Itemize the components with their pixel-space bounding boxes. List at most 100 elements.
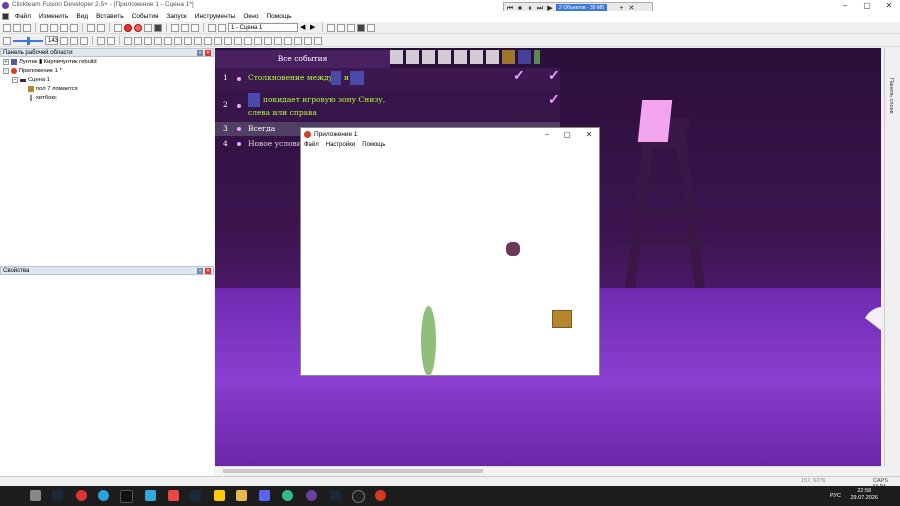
menu-window[interactable]: Окно: [239, 13, 262, 20]
menu-edit[interactable]: Изменить: [35, 13, 72, 20]
delete-icon[interactable]: [70, 23, 78, 32]
chrome-icon[interactable]: [282, 490, 293, 501]
event-editor-icon[interactable]: [171, 23, 179, 32]
layer-icon[interactable]: [367, 23, 375, 32]
tree-item-app[interactable]: − Приложение 1 *: [3, 68, 62, 74]
magnifier-icon[interactable]: [3, 36, 11, 45]
preview-minimize-button[interactable]: –: [537, 129, 557, 140]
menu-view[interactable]: Вид: [72, 13, 92, 20]
tool-icon-d[interactable]: [154, 36, 162, 45]
create-object-icon[interactable]: [454, 50, 467, 64]
event-list-icon[interactable]: [181, 23, 189, 32]
checkmark-icon[interactable]: ✓: [548, 68, 560, 84]
tool-icon-m[interactable]: [244, 36, 252, 45]
tool-icon-k[interactable]: [224, 36, 232, 45]
redo-icon[interactable]: [97, 23, 105, 32]
timer-icon[interactable]: [438, 50, 451, 64]
menu-file[interactable]: Файл: [11, 13, 35, 20]
expand-icon[interactable]: +: [3, 59, 9, 65]
undo-icon[interactable]: [87, 23, 95, 32]
event-row[interactable]: 1 Столкновение между и ✓ ✓: [215, 68, 560, 90]
storyboard-icon[interactable]: [144, 23, 152, 32]
layers-tab[interactable]: Панель слоев: [888, 78, 894, 114]
preview-maximize-button[interactable]: ▢: [557, 129, 577, 140]
mouse-keyboard-icon[interactable]: [470, 50, 483, 64]
app-preview-taskbar-icon[interactable]: [375, 490, 386, 501]
next-scene-icon[interactable]: ▶: [310, 24, 318, 32]
app-menu-icon[interactable]: [2, 13, 9, 20]
app-preview-window[interactable]: Приложение 1 – ▢ ✕ Файл Настройки Помощь: [300, 127, 600, 376]
minimize-button[interactable]: –: [834, 0, 856, 11]
character-object-icon[interactable]: [518, 50, 531, 64]
steam-icon-2[interactable]: [190, 490, 201, 501]
frame-editor-icon[interactable]: [154, 23, 162, 32]
tool-icon-j[interactable]: [214, 36, 222, 45]
steam-icon-3[interactable]: [330, 490, 341, 501]
copy-icon[interactable]: [50, 23, 58, 32]
clock[interactable]: 22:58 29.07.2026: [850, 488, 878, 502]
menu-events[interactable]: События: [128, 13, 163, 20]
tool-icon-g[interactable]: [184, 36, 192, 45]
sound-icon[interactable]: [406, 50, 419, 64]
vpn-icon[interactable]: [145, 490, 156, 501]
tool-icon-a[interactable]: [124, 36, 132, 45]
prev-scene-icon[interactable]: ◀: [300, 24, 308, 32]
taskbar-app-icon[interactable]: [30, 490, 41, 501]
telegram-icon[interactable]: [98, 490, 109, 501]
collapse-icon[interactable]: −: [3, 68, 9, 74]
special-icon[interactable]: [390, 50, 403, 64]
tool-icon-p[interactable]: [274, 36, 282, 45]
undo-icon-2[interactable]: [97, 36, 105, 45]
redo-icon-2[interactable]: [107, 36, 115, 45]
tool-icon-q[interactable]: [284, 36, 292, 45]
snap-icon[interactable]: [70, 36, 78, 45]
grid-icon[interactable]: [218, 23, 226, 32]
microphone-icon[interactable]: [168, 490, 179, 501]
storyboard-controls-icon[interactable]: [422, 50, 435, 64]
menu-help[interactable]: Помощь: [262, 13, 295, 20]
hitbox-object-icon[interactable]: [534, 50, 540, 64]
align-icon[interactable]: [327, 23, 335, 32]
fusion-taskbar-icon[interactable]: [306, 490, 317, 501]
close-button[interactable]: ✕: [878, 0, 900, 11]
capcut-icon[interactable]: [120, 490, 133, 503]
run-scene-icon[interactable]: [134, 23, 142, 32]
tree-item-object[interactable]: хитбокс: [28, 95, 57, 101]
bars-app-icon[interactable]: [214, 490, 225, 501]
discord-icon[interactable]: [259, 490, 270, 501]
tree-item-project[interactable]: + Лунтик ▮ Кирпичунтик rebuild: [3, 59, 97, 65]
scene-select[interactable]: 1 - Сцена 1: [228, 23, 298, 32]
tool-icon-h[interactable]: [194, 36, 202, 45]
paste-icon[interactable]: [60, 23, 68, 32]
tool-icon-e[interactable]: [164, 36, 172, 45]
tree-item-object[interactable]: пол 7 ломается: [28, 86, 78, 92]
copy-icon-2[interactable]: [80, 36, 88, 45]
scrollbar-thumb[interactable]: [223, 469, 483, 473]
open-icon[interactable]: [13, 23, 21, 32]
checkmark-icon[interactable]: ✓: [513, 68, 525, 84]
preview-menu-help[interactable]: Помощь: [362, 142, 385, 148]
tree-item-scene[interactable]: − Сцена 1: [12, 77, 50, 83]
data-elements-icon[interactable]: [191, 23, 199, 32]
panel-close-icon[interactable]: ✕: [205, 268, 211, 274]
save-icon[interactable]: [23, 23, 31, 32]
tool-icon-t[interactable]: [314, 36, 322, 45]
menu-run[interactable]: Запуск: [162, 13, 190, 20]
grid-toggle-icon[interactable]: [60, 36, 68, 45]
pin-icon[interactable]: ▪: [197, 268, 203, 274]
build-icon[interactable]: [114, 23, 122, 32]
new-icon[interactable]: [3, 23, 11, 32]
tool-icon-i[interactable]: [204, 36, 212, 45]
tool-icon-r[interactable]: [294, 36, 302, 45]
file-explorer-icon[interactable]: [236, 490, 247, 501]
tool-icon-n[interactable]: [254, 36, 262, 45]
checkmark-icon[interactable]: ✓: [548, 92, 560, 108]
color-icon[interactable]: [357, 23, 365, 32]
preview-menu-file[interactable]: Файл: [304, 142, 319, 148]
layers-sidebar[interactable]: Панель слоев: [884, 48, 900, 466]
menu-insert[interactable]: Вставить: [92, 13, 128, 20]
preview-close-button[interactable]: ✕: [579, 129, 599, 140]
tool-icon-o[interactable]: [264, 36, 272, 45]
opera-icon[interactable]: [76, 490, 87, 501]
steam-icon[interactable]: [52, 490, 63, 501]
